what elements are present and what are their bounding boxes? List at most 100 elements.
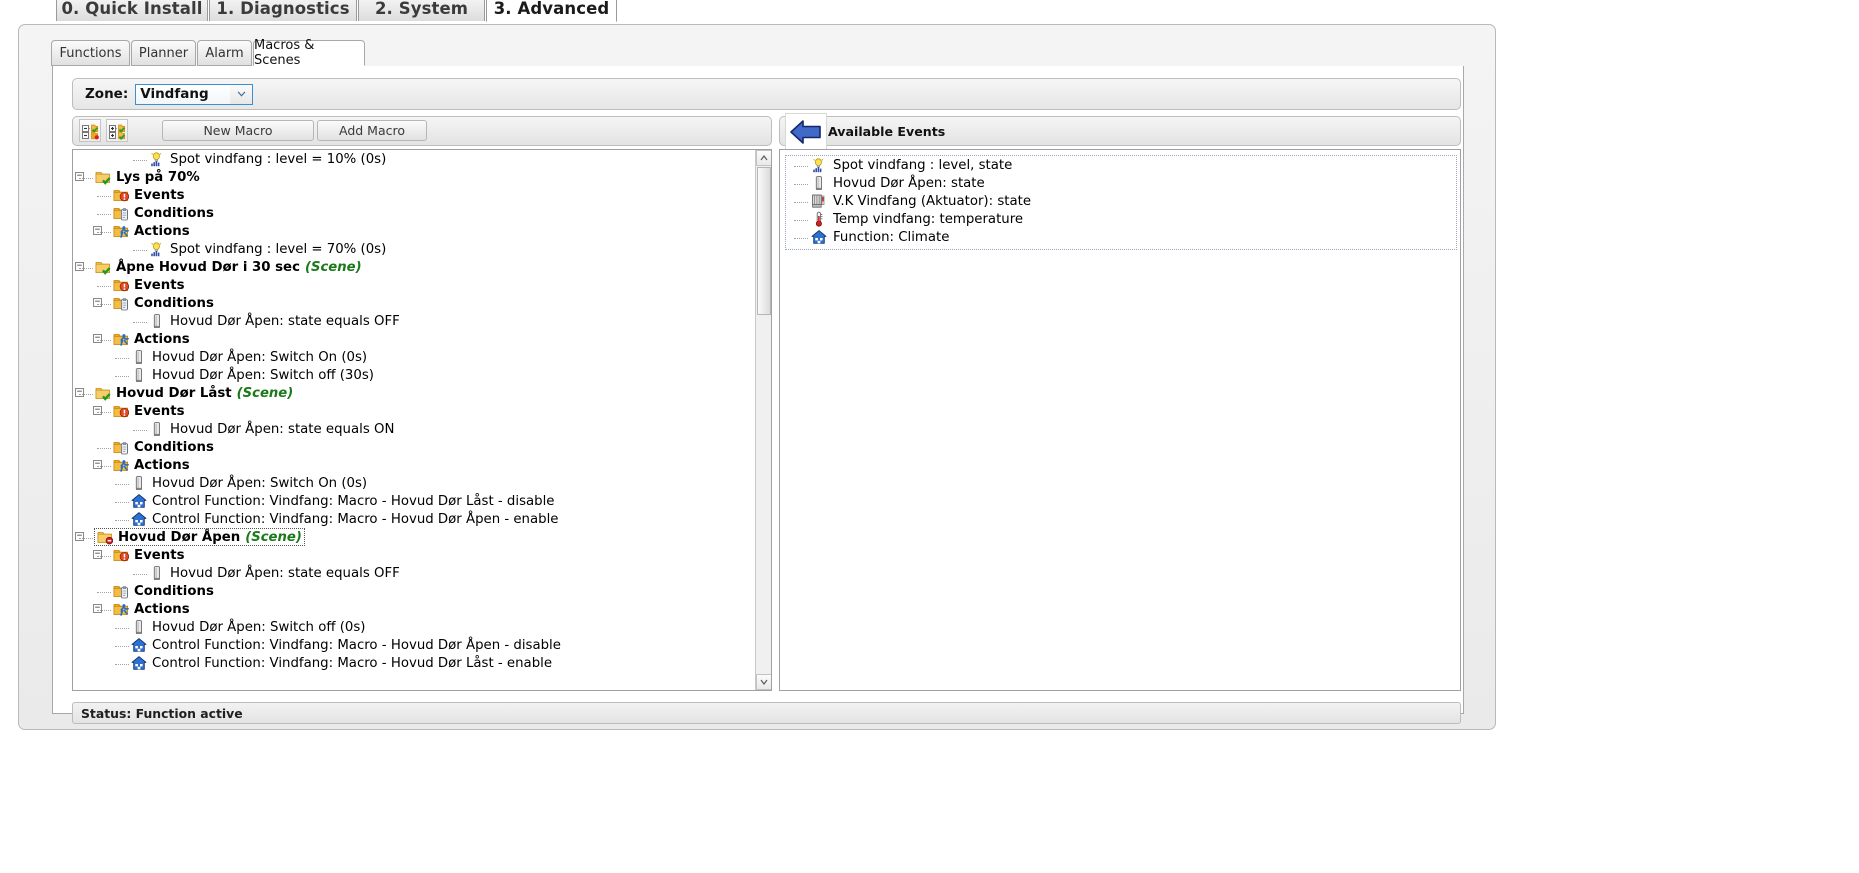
tree-row[interactable]: − Hovud Dør Åpen (Scene) bbox=[73, 528, 755, 546]
tree-row[interactable]: Hovud Dør Åpen: Switch off (0s) bbox=[73, 618, 755, 636]
folder-actions-icon bbox=[113, 334, 129, 346]
tree-row-content: Hovud Dør Åpen: Switch On (0s) bbox=[131, 349, 367, 365]
tree-row[interactable]: Control Function: Vindfang: Macro - Hovu… bbox=[73, 636, 755, 654]
subtab-macros-scenes[interactable]: Macros & Scenes bbox=[253, 38, 365, 68]
tree-row[interactable]: − Actions bbox=[73, 330, 755, 348]
tree-row[interactable]: Hovud Dør Åpen: Switch On (0s) bbox=[73, 474, 755, 492]
expand-all-button[interactable] bbox=[106, 119, 128, 142]
tree-row[interactable]: Conditions bbox=[73, 204, 755, 222]
tree-row-content: Control Function: Vindfang: Macro - Hovu… bbox=[131, 655, 552, 671]
tree-row-label: Hovud Dør Åpen: state equals ON bbox=[170, 421, 395, 437]
light-bulb-icon bbox=[151, 242, 162, 257]
folder-conditions-icon bbox=[113, 442, 128, 455]
tree-row[interactable]: − Lys på 70% bbox=[73, 168, 755, 186]
house-icon bbox=[131, 512, 147, 526]
tree-row[interactable]: Conditions bbox=[73, 582, 755, 600]
collapse-node-icon[interactable]: − bbox=[93, 226, 102, 235]
subtab-functions[interactable]: Functions bbox=[51, 40, 130, 66]
tree-row[interactable]: Spot vindfang : level = 10% (0s) bbox=[73, 150, 755, 168]
collapse-node-icon[interactable]: − bbox=[93, 298, 102, 307]
tree-row[interactable]: Control Function: Vindfang: Macro - Hovu… bbox=[73, 510, 755, 528]
collapse-node-icon[interactable]: − bbox=[75, 388, 84, 397]
collapse-all-button[interactable] bbox=[79, 119, 101, 142]
tree-row[interactable]: Spot vindfang : level = 70% (0s) bbox=[73, 240, 755, 258]
macro-tree[interactable]: Spot vindfang : level = 10% (0s) − Lys på … bbox=[73, 150, 755, 690]
new-macro-button[interactable]: New Macro bbox=[162, 120, 314, 141]
house-icon bbox=[811, 230, 827, 244]
tree-row[interactable]: Events bbox=[73, 276, 755, 294]
subtab-planner[interactable]: Planner bbox=[131, 40, 196, 66]
left-arrow-icon[interactable] bbox=[785, 113, 827, 151]
tree-connector bbox=[115, 645, 129, 647]
available-event-row[interactable]: Spot vindfang : level, state bbox=[786, 156, 1456, 174]
tree-row[interactable]: − Actions bbox=[73, 600, 755, 618]
tree-row[interactable]: − Conditions bbox=[73, 294, 755, 312]
scroll-up-arrow[interactable] bbox=[756, 150, 771, 166]
collapse-node-icon[interactable]: − bbox=[93, 604, 102, 613]
tree-row-content: Events bbox=[113, 187, 185, 203]
scroll-down-arrow[interactable] bbox=[756, 674, 771, 690]
tree-row-content: Events bbox=[113, 547, 185, 563]
tree-row[interactable]: − Åpne Hovud Dør i 30 sec (Scene) bbox=[73, 258, 755, 276]
collapse-node-icon[interactable]: − bbox=[93, 460, 102, 469]
tree-connector bbox=[133, 429, 147, 431]
expand-all-icon bbox=[109, 124, 126, 140]
available-event-row[interactable]: Hovud Dør Åpen: state bbox=[786, 174, 1456, 192]
available-event-row[interactable]: Temp vindfang: temperature bbox=[786, 210, 1456, 228]
tree-row[interactable]: Conditions bbox=[73, 438, 755, 456]
tab-advanced[interactable]: 3. Advanced bbox=[486, 0, 617, 22]
collapse-node-icon[interactable]: − bbox=[93, 550, 102, 559]
tree-row[interactable]: − Actions bbox=[73, 456, 755, 474]
folder-actions-icon bbox=[113, 226, 129, 238]
tree-row[interactable]: Hovud Dør Åpen: state equals ON bbox=[73, 420, 755, 438]
tree-connector bbox=[133, 249, 147, 251]
tree-row[interactable]: Control Function: Vindfang: Macro - Hovu… bbox=[73, 492, 755, 510]
available-event-row[interactable]: V.K Vindfang (Aktuator): state bbox=[786, 192, 1456, 210]
tree-connector bbox=[794, 201, 808, 203]
available-events-list[interactable]: Spot vindfang : level, state Hovud Dør Åp… bbox=[785, 155, 1457, 250]
tree-row[interactable]: Hovud Dør Åpen: Switch off (30s) bbox=[73, 366, 755, 384]
door-sensor-icon bbox=[135, 368, 142, 382]
tree-row-label: Spot vindfang : level = 10% (0s) bbox=[170, 151, 387, 167]
collapse-node-icon[interactable]: − bbox=[75, 172, 84, 181]
tab-quick-install[interactable]: 0. Quick Install bbox=[56, 0, 208, 22]
tree-row-label: Conditions bbox=[134, 583, 214, 599]
available-event-row[interactable]: Function: Climate bbox=[786, 228, 1456, 246]
scene-badge: (Scene) bbox=[304, 259, 362, 275]
collapse-node-icon[interactable]: − bbox=[93, 334, 102, 343]
tree-row-label: Hovud Dør Åpen: Switch On (0s) bbox=[152, 475, 368, 491]
tree-row[interactable]: Control Function: Vindfang: Macro - Hovu… bbox=[73, 654, 755, 672]
tab-quick-install-label: 0. Quick Install bbox=[61, 0, 203, 18]
scene-badge: (Scene) bbox=[236, 385, 294, 401]
collapse-node-icon[interactable]: − bbox=[75, 532, 84, 541]
tree-connector bbox=[794, 219, 808, 221]
zone-select[interactable]: Vindfang bbox=[135, 83, 254, 105]
tree-row[interactable]: Hovud Dør Åpen: Switch On (0s) bbox=[73, 348, 755, 366]
folder-conditions-icon bbox=[113, 586, 128, 599]
tree-row[interactable]: Hovud Dør Åpen: state equals OFF bbox=[73, 312, 755, 330]
tree-row[interactable]: Events bbox=[73, 186, 755, 204]
tree-row[interactable]: − Events bbox=[73, 546, 755, 564]
folder-events-icon bbox=[113, 406, 129, 418]
scrollbar-thumb[interactable] bbox=[757, 167, 771, 315]
add-macro-button[interactable]: Add Macro bbox=[317, 120, 427, 141]
tree-row-label: Hovud Dør Åpen bbox=[118, 529, 241, 545]
tree-connector bbox=[115, 627, 129, 629]
tab-system[interactable]: 2. System bbox=[358, 0, 485, 22]
tree-row[interactable]: − Events bbox=[73, 402, 755, 420]
tree-row-label: Actions bbox=[134, 331, 190, 347]
collapse-node-icon[interactable]: − bbox=[93, 406, 102, 415]
tree-row[interactable]: Hovud Dør Åpen: state equals OFF bbox=[73, 564, 755, 582]
tree-row[interactable]: − Actions bbox=[73, 222, 755, 240]
tree-row-content: Conditions bbox=[113, 295, 214, 311]
collapse-all-icon bbox=[82, 124, 99, 139]
chevron-down-icon[interactable] bbox=[230, 84, 253, 104]
tab-advanced-label: 3. Advanced bbox=[493, 0, 610, 18]
door-sensor-icon bbox=[815, 176, 822, 190]
tree-row[interactable]: − Hovud Dør Låst (Scene) bbox=[73, 384, 755, 402]
tab-diagnostics[interactable]: 1. Diagnostics bbox=[209, 0, 357, 22]
house-icon bbox=[131, 494, 147, 508]
macro-tree-scrollbar[interactable] bbox=[755, 150, 771, 690]
collapse-node-icon[interactable]: − bbox=[75, 262, 84, 271]
subtab-alarm[interactable]: Alarm bbox=[197, 40, 252, 66]
